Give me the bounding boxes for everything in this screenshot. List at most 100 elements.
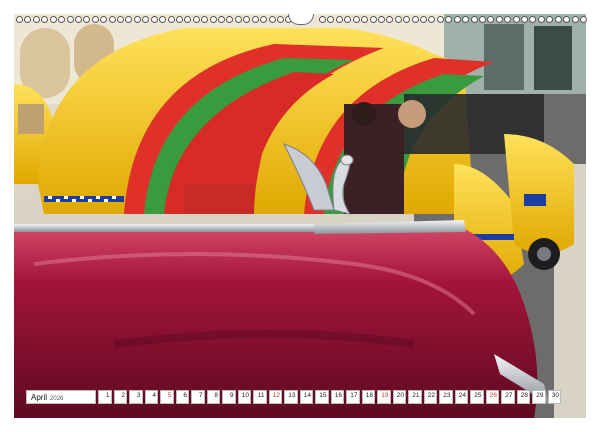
binding-hole [495, 16, 503, 23]
binding-hole [209, 16, 217, 23]
binding-hole [537, 16, 545, 23]
day-cell: 10 [237, 390, 251, 404]
binding-hole [167, 16, 175, 23]
spiral-binding [14, 14, 587, 26]
binding-hole [403, 16, 411, 23]
day-cell: 21 [408, 390, 422, 404]
day-number: 21 [412, 392, 420, 399]
day-cell: 5 [160, 390, 174, 404]
binding-hole [234, 16, 242, 23]
day-cell: 18 [361, 390, 375, 404]
binding-hole [251, 16, 259, 23]
binding-hole [344, 16, 352, 23]
binding-hole [243, 16, 251, 23]
day-number: 30 [551, 392, 559, 399]
day-number: 27 [505, 392, 513, 399]
hanger-hook [288, 14, 314, 25]
day-number: 14 [303, 392, 311, 399]
day-number: 29 [536, 392, 544, 399]
day-number: 25 [474, 392, 482, 399]
day-cell: 22 [423, 390, 437, 404]
day-number: 15 [319, 392, 327, 399]
binding-hole [125, 16, 133, 23]
day-cell: 1 [98, 390, 112, 404]
calendar-photo [14, 14, 586, 418]
day-number: 1 [105, 392, 110, 399]
binding-hole [49, 16, 57, 23]
binding-hole [184, 16, 192, 23]
binding-hole [159, 16, 167, 23]
day-number: 6 [183, 392, 187, 399]
day-cell: 14 [299, 390, 313, 404]
day-number: 4 [152, 392, 156, 399]
day-cell: 9 [222, 390, 236, 404]
day-number: 5 [167, 392, 172, 399]
year-label: 2026 [50, 396, 64, 402]
day-number: 26 [489, 392, 497, 399]
day-number: 19 [381, 392, 389, 399]
day-number: 11 [257, 392, 265, 399]
day-cell: 11 [253, 390, 267, 404]
day-number: 8 [214, 392, 218, 399]
binding-hole [201, 16, 209, 23]
binding-hole [462, 16, 470, 23]
day-cell: 2 [113, 390, 127, 404]
binding-hole [83, 16, 91, 23]
binding-hole [100, 16, 108, 23]
day-number: 12 [272, 392, 280, 399]
day-number: 17 [350, 392, 358, 399]
binding-hole [58, 16, 66, 23]
day-number: 18 [365, 392, 373, 399]
day-number: 23 [443, 392, 451, 399]
day-cell: 17 [346, 390, 360, 404]
binding-hole [142, 16, 150, 23]
binding-hole [377, 16, 385, 23]
day-cell: 7 [191, 390, 205, 404]
binding-hole [276, 16, 284, 23]
binding-hole [386, 16, 394, 23]
day-cell: 25 [470, 390, 484, 404]
binding-hole [226, 16, 234, 23]
calendar-strip: April 2026 1 2 3 4 5 6 7 8 9 10 11 12 13 14 15 16 17 18 19 2… [26, 390, 574, 404]
day-number: 7 [198, 392, 203, 399]
day-cell: 12 [268, 390, 282, 404]
day-cell: 19 [377, 390, 391, 404]
binding-hole [512, 16, 520, 23]
day-cell: 24 [454, 390, 468, 404]
binding-hole [563, 16, 571, 23]
binding-hole [445, 16, 453, 23]
day-number: 20 [396, 392, 404, 399]
day-number: 3 [136, 392, 141, 399]
binding-hole [352, 16, 360, 23]
binding-hole [420, 16, 428, 23]
day-cell: 8 [206, 390, 220, 404]
day-number: 13 [288, 392, 296, 399]
binding-hole [428, 16, 436, 23]
day-cell: 30 [547, 390, 561, 404]
binding-hole [218, 16, 226, 23]
binding-hole [41, 16, 49, 23]
binding-hole [150, 16, 158, 23]
day-number: 24 [458, 392, 466, 399]
day-cell: 15 [315, 390, 329, 404]
day-cell: 13 [284, 390, 298, 404]
binding-hole [24, 16, 32, 23]
binding-hole [175, 16, 183, 23]
binding-hole [580, 16, 587, 23]
binding-hole [108, 16, 116, 23]
binding-hole [260, 16, 268, 23]
binding-hole [369, 16, 377, 23]
binding-hole [453, 16, 461, 23]
binding-hole [529, 16, 537, 23]
binding-hole [335, 16, 343, 23]
binding-hole [361, 16, 369, 23]
day-cell: 20 [392, 390, 406, 404]
photo-scene [14, 14, 586, 418]
binding-hole [91, 16, 99, 23]
day-number: 28 [520, 392, 528, 399]
day-number: 10 [241, 392, 249, 399]
day-cell: 28 [516, 390, 530, 404]
day-cell: 29 [532, 390, 546, 404]
binding-hole [327, 16, 335, 23]
binding-hole [268, 16, 276, 23]
